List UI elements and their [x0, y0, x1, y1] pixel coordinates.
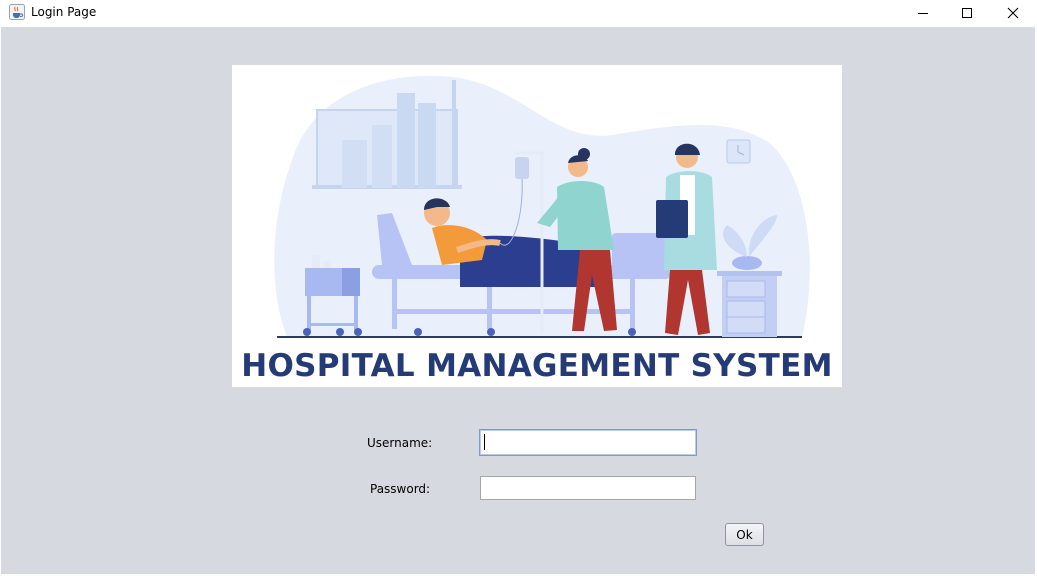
window-title: Login Page — [31, 5, 97, 19]
title-bar[interactable]: Login Page — [0, 0, 1037, 26]
java-cup-icon — [9, 4, 25, 20]
maximize-button[interactable] — [944, 0, 990, 26]
hospital-banner-image: HOSPITAL MANAGEMENT SYSTEM — [232, 65, 842, 387]
text-caret — [484, 434, 485, 450]
close-icon — [1007, 7, 1019, 19]
minimize-icon — [918, 13, 928, 14]
username-input[interactable] — [479, 429, 697, 456]
hospital-illustration — [274, 75, 810, 338]
username-label: Username: — [367, 436, 433, 450]
password-label: Password: — [370, 482, 431, 496]
minimize-button[interactable] — [900, 0, 946, 26]
maximize-icon — [962, 8, 972, 18]
close-button[interactable] — [990, 0, 1036, 26]
password-input[interactable] — [480, 476, 696, 500]
ok-button[interactable]: Ok — [725, 523, 764, 546]
banner-title: HOSPITAL MANAGEMENT SYSTEM — [241, 348, 833, 384]
